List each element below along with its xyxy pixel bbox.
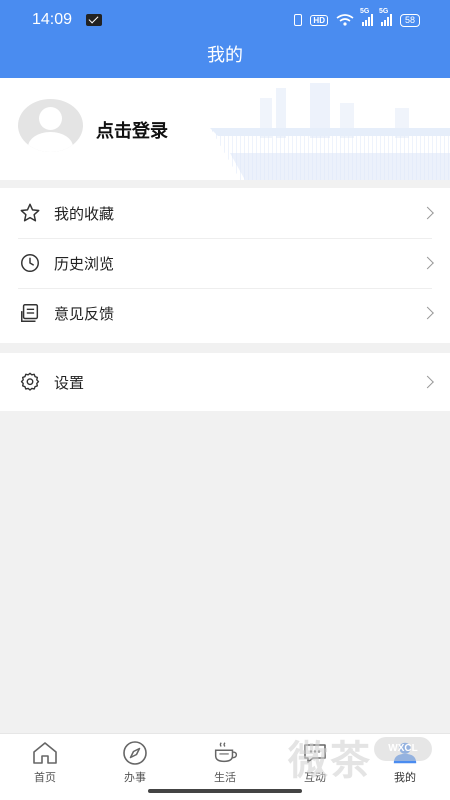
menu-group-settings: 设置 xyxy=(0,353,450,411)
login-link[interactable]: 点击登录 xyxy=(96,117,168,143)
menu-label-history: 历史浏览 xyxy=(54,255,115,273)
coffee-icon xyxy=(211,739,239,767)
chevron-right-icon xyxy=(421,306,434,320)
chevron-right-icon xyxy=(421,375,434,389)
status-time: 14:09 xyxy=(32,11,73,28)
page-title: 我的 xyxy=(0,40,450,78)
watermark-badge: WXCL xyxy=(374,737,432,761)
menu-item-settings[interactable]: 设置 xyxy=(0,353,450,411)
menu-label-settings: 设置 xyxy=(54,374,85,392)
avatar[interactable] xyxy=(18,99,83,152)
wifi-icon xyxy=(336,14,354,26)
tab-label-life: 生活 xyxy=(214,772,236,784)
gear-icon xyxy=(18,370,42,394)
tab-label-interact: 互动 xyxy=(304,772,326,784)
profile-header[interactable]: 点击登录 xyxy=(0,78,450,180)
status-bar: 14:09 HD 5G 5G 58 xyxy=(0,0,450,40)
menu-item-feedback[interactable]: 意见反馈 xyxy=(0,288,450,338)
compass-icon xyxy=(121,739,149,767)
menu-item-history[interactable]: 历史浏览 xyxy=(0,238,450,288)
signal-icon-1: 5G xyxy=(360,8,373,26)
city-skyline-illustration xyxy=(210,83,450,180)
tab-label-mine: 我的 xyxy=(394,772,416,784)
tab-label-home: 首页 xyxy=(34,772,56,784)
menu-item-favorites[interactable]: 我的收藏 xyxy=(0,188,450,238)
feedback-icon xyxy=(18,301,42,325)
tab-label-services: 办事 xyxy=(124,772,146,784)
mail-notification-icon xyxy=(86,14,103,26)
star-icon xyxy=(18,201,42,225)
home-indicator[interactable] xyxy=(148,789,302,793)
vibrate-icon xyxy=(294,14,303,26)
chevron-right-icon xyxy=(421,206,434,220)
chat-icon xyxy=(301,739,329,767)
clock-icon xyxy=(18,251,42,275)
signal-icon-2: 5G xyxy=(379,8,392,26)
menu-label-favorites: 我的收藏 xyxy=(54,205,115,223)
chevron-right-icon xyxy=(421,256,434,270)
menu-group-main: 我的收藏 历史浏览 意见反馈 xyxy=(0,188,450,343)
menu-label-feedback: 意见反馈 xyxy=(54,305,115,323)
tab-home[interactable]: 首页 xyxy=(0,734,90,800)
status-icons: HD 5G 5G 58 xyxy=(294,8,420,27)
hd-badge: HD xyxy=(310,14,328,26)
battery-icon: 58 xyxy=(399,13,420,27)
home-icon xyxy=(31,739,59,767)
